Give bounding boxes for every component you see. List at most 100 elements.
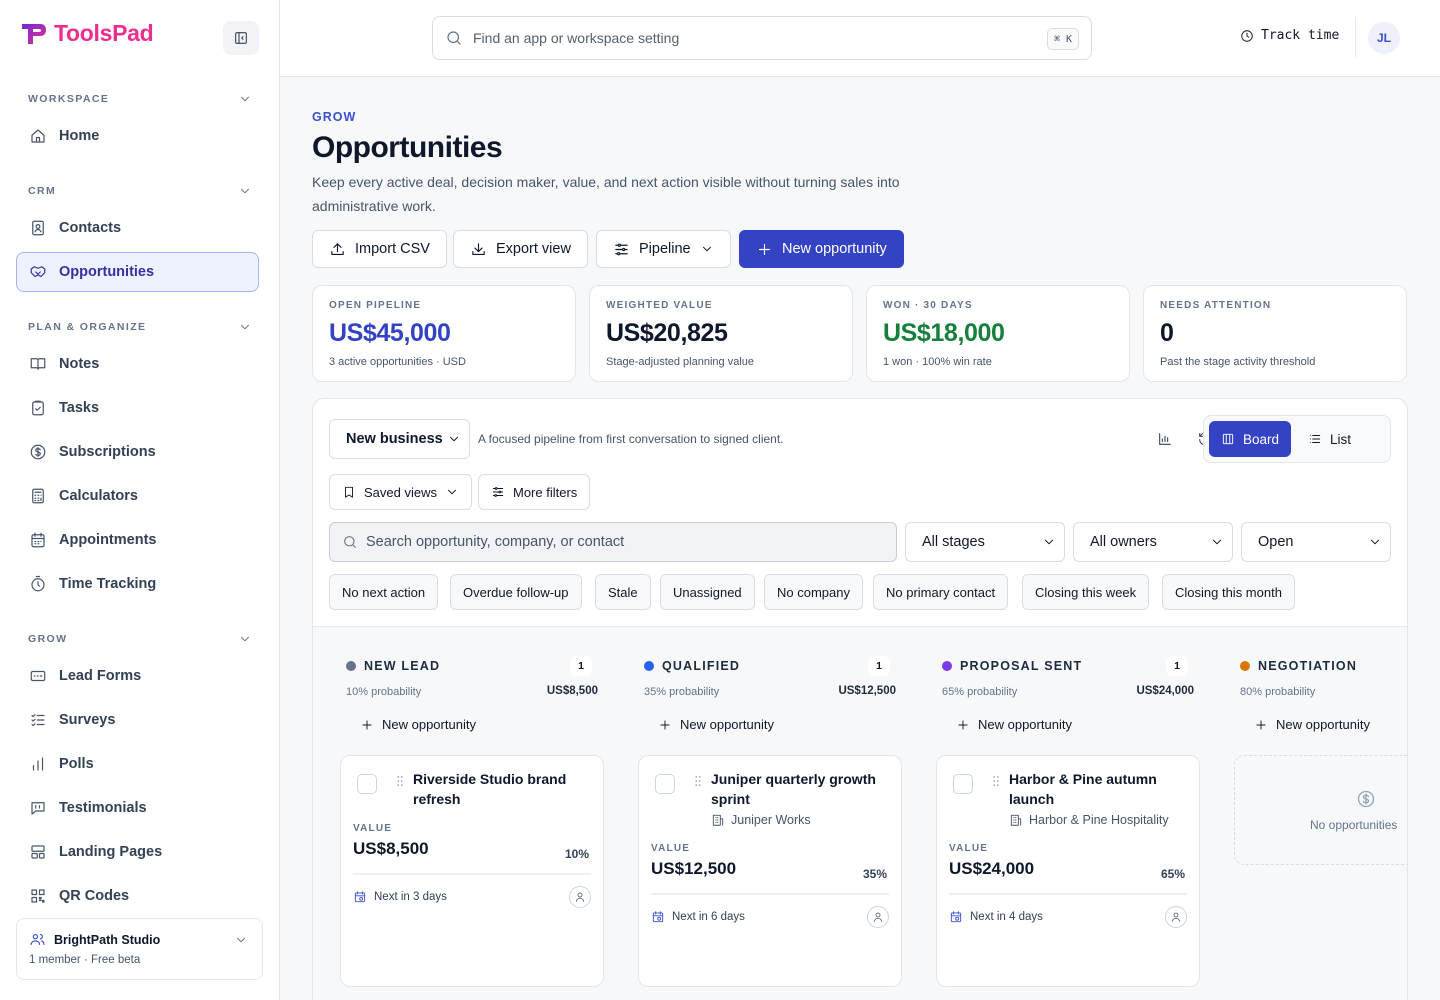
workspace-meta: 1 member · Free beta <box>29 954 141 966</box>
board-view-button[interactable]: Board <box>1209 421 1292 457</box>
workspace-switcher[interactable]: BrightPath Studio 1 member · Free beta <box>16 918 263 980</box>
toolspad-logo-icon <box>22 23 46 44</box>
company-name: Harbor & Pine Hospitality <box>1029 813 1169 827</box>
calendar-icon <box>31 532 45 548</box>
add-opportunity-button[interactable]: New opportunity <box>360 717 476 732</box>
board-column-negotiation: NEGOTIATION 80% probability New opportun… <box>1234 627 1407 1000</box>
assign-owner-button[interactable] <box>1165 906 1187 928</box>
card-title[interactable]: Juniper quarterly growth sprint <box>711 769 891 809</box>
export-view-button[interactable]: Export view <box>453 230 588 268</box>
select-value: Open <box>1258 534 1294 550</box>
opportunity-card[interactable]: Juniper quarterly growth sprint Juniper … <box>638 755 902 987</box>
sidebar-item-calculators[interactable]: Calculators <box>16 476 259 516</box>
filter-chip[interactable]: No company <box>764 574 863 610</box>
sidebar-item-label: Subscriptions <box>59 444 156 460</box>
sidebar-item-notes[interactable]: Notes <box>16 344 259 384</box>
global-search[interactable]: ⌘ K <box>432 16 1092 60</box>
user-avatar[interactable]: JL <box>1368 22 1400 54</box>
card-title[interactable]: Riverside Studio brand refresh <box>413 769 593 809</box>
user-icon <box>874 912 882 922</box>
dollar-circle-icon <box>30 444 46 460</box>
pipeline-select[interactable]: New business <box>329 419 470 459</box>
form-icon <box>30 670 46 682</box>
section-header-plan-organize[interactable]: PLAN & ORGANIZE <box>28 320 252 334</box>
assign-owner-button[interactable] <box>867 906 889 928</box>
sidebar-item-appointments[interactable]: Appointments <box>16 520 259 560</box>
sidebar-item-opportunities[interactable]: Opportunities <box>16 252 259 292</box>
sidebar-item-qr-codes[interactable]: QR Codes <box>16 876 259 916</box>
select-checkbox[interactable] <box>655 774 675 794</box>
filter-chip[interactable]: Overdue follow-up <box>450 574 582 610</box>
building-icon <box>1010 814 1022 826</box>
upload-icon <box>331 242 344 255</box>
sidebar-item-lead-forms[interactable]: Lead Forms <box>16 656 259 696</box>
sidebar-item-surveys[interactable]: Surveys <box>16 700 259 740</box>
calendar-clock-icon <box>652 911 664 923</box>
sidebar-item-label: Appointments <box>59 532 157 548</box>
filter-chip[interactable]: Closing this month <box>1162 574 1295 610</box>
chevron-down-icon <box>237 937 245 943</box>
import-csv-button[interactable]: Import CSV <box>312 230 447 268</box>
global-search-input[interactable] <box>473 30 1033 46</box>
track-time-label: Track time <box>1261 28 1340 43</box>
drag-handle-icon[interactable] <box>989 774 1003 788</box>
add-opportunity-button[interactable]: New opportunity <box>658 717 774 732</box>
opportunity-card[interactable]: Harbor & Pine autumn launch Harbor & Pin… <box>936 755 1200 987</box>
chart-view-button[interactable] <box>1153 427 1177 451</box>
stage-color-dot <box>346 661 356 671</box>
new-opportunity-button[interactable]: New opportunity <box>739 230 904 268</box>
search-icon <box>447 31 461 45</box>
bar-chart-icon <box>32 757 44 771</box>
filter-chip[interactable]: No primary contact <box>873 574 1009 610</box>
card-probability: 35% <box>862 867 887 881</box>
opportunity-search-input[interactable] <box>366 534 866 550</box>
opportunity-search[interactable] <box>329 522 897 562</box>
card-divider <box>949 893 1187 895</box>
column-probability: 65% probability <box>942 686 1018 698</box>
sidebar-item-label: Time Tracking <box>59 576 157 592</box>
filter-chip[interactable]: Closing this week <box>1022 574 1150 610</box>
opportunity-card[interactable]: Riverside Studio brand refresh VALUE US$… <box>340 755 604 987</box>
section-header-crm[interactable]: CRM <box>28 184 252 198</box>
drag-handle-icon[interactable] <box>691 774 705 788</box>
select-checkbox[interactable] <box>953 774 973 794</box>
assign-owner-button[interactable] <box>569 886 591 908</box>
track-time-button[interactable]: Track time <box>1240 28 1339 43</box>
sidebar-item-polls[interactable]: Polls <box>16 744 259 784</box>
card-next-action: Next in 6 days <box>651 910 745 924</box>
filter-chip[interactable]: Stale <box>595 574 651 610</box>
saved-views-button[interactable]: Saved views <box>329 474 472 510</box>
add-opportunity-button[interactable]: New opportunity <box>956 717 1072 732</box>
sidebar-item-testimonials[interactable]: Testimonials <box>16 788 259 828</box>
section-title: CRM <box>28 185 57 197</box>
card-title[interactable]: Harbor & Pine autumn launch <box>1009 769 1189 809</box>
calendar-clock-icon <box>950 911 962 923</box>
section-header-grow[interactable]: GROW <box>28 632 252 646</box>
section-header-workspace[interactable]: WORKSPACE <box>28 92 252 106</box>
status-filter-select[interactable]: Open <box>1241 522 1391 562</box>
app-logo[interactable]: ToolsPad <box>20 20 154 47</box>
quote-icon <box>31 802 45 815</box>
sidebar-item-tasks[interactable]: Tasks <box>16 388 259 428</box>
select-checkbox[interactable] <box>357 774 377 794</box>
sidebar-item-home[interactable]: Home <box>16 116 259 156</box>
filter-chip[interactable]: Unassigned <box>660 574 755 610</box>
add-opportunity-button[interactable]: New opportunity <box>1254 717 1370 732</box>
stage-filter-select[interactable]: All stages <box>905 522 1065 562</box>
sidebar-item-subscriptions[interactable]: Subscriptions <box>16 432 259 472</box>
select-value: All stages <box>922 534 985 550</box>
more-filters-button[interactable]: More filters <box>478 474 591 510</box>
contacts-icon <box>32 220 44 236</box>
owner-filter-select[interactable]: All owners <box>1073 522 1233 562</box>
drag-handle-icon[interactable] <box>393 774 407 788</box>
collapse-sidebar-button[interactable] <box>223 21 259 55</box>
sidebar-item-time-tracking[interactable]: Time Tracking <box>16 564 259 604</box>
sidebar-item-landing-pages[interactable]: Landing Pages <box>16 832 259 872</box>
column-total: US$12,500 <box>838 685 896 697</box>
pipeline-menu-button[interactable]: Pipeline <box>596 230 731 268</box>
filter-chip[interactable]: No next action <box>329 574 439 610</box>
column-total: US$8,500 <box>546 685 598 697</box>
top-bar: ⌘ K Track time JL <box>280 0 1440 77</box>
list-view-button[interactable]: List <box>1296 421 1363 457</box>
sidebar-item-contacts[interactable]: Contacts <box>16 208 259 248</box>
